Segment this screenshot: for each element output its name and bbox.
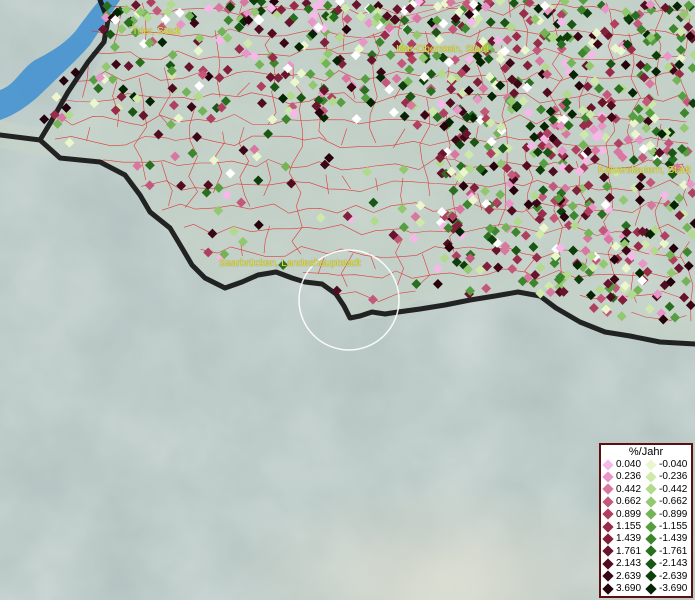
legend-swatch: [602, 471, 614, 483]
legend-row-positive: 1.155: [602, 520, 642, 533]
legend-swatch: [645, 545, 657, 557]
legend-row-negative: -0.236: [645, 471, 688, 483]
legend-swatch: [602, 582, 614, 595]
legend-value: 0.899: [616, 508, 642, 520]
legend-swatch: [645, 520, 657, 533]
legend-value: 0.236: [616, 471, 642, 483]
legend-row-negative: -0.899: [645, 508, 688, 520]
legend-value: -3.690: [659, 583, 688, 594]
legend-row-negative: -1.439: [645, 533, 688, 545]
legend-swatch: [602, 483, 614, 495]
place-label-trier: Trier, Stadt: [132, 26, 181, 37]
legend-swatch: [645, 496, 657, 508]
legend-value: 3.690: [616, 583, 642, 594]
legend-swatch: [645, 582, 657, 595]
legend-row-negative: -0.662: [645, 496, 688, 508]
legend-swatch: [645, 471, 657, 483]
legend-value: -2.143: [659, 558, 688, 570]
legend-row-positive: 0.040: [602, 458, 642, 471]
legend-row-positive: 0.442: [602, 483, 642, 495]
place-label-saarbruecken: Saarbrücken, Landeshauptstadt: [219, 258, 361, 269]
legend-value: 0.662: [616, 496, 642, 508]
legend-row-positive: 2.143: [602, 558, 642, 570]
legend-row-positive: 0.236: [602, 471, 642, 483]
legend-value: 0.442: [616, 483, 642, 495]
legend-row-negative: -0.442: [645, 483, 688, 495]
legend-value: -0.899: [659, 508, 688, 520]
legend-swatch: [645, 458, 657, 471]
legend-value: -0.662: [659, 496, 688, 508]
legend-value: -0.040: [659, 459, 688, 470]
legend-row-negative: -2.639: [645, 570, 688, 582]
legend-row-positive: 1.761: [602, 545, 642, 557]
legend-swatch: [602, 508, 614, 520]
legend-row-negative: -3.690: [645, 582, 688, 595]
legend-value: 1.155: [616, 521, 642, 532]
legend-swatch: [602, 533, 614, 545]
legend-value: -0.236: [659, 471, 688, 483]
legend-swatch: [645, 558, 657, 570]
legend-value: 1.439: [616, 533, 642, 545]
legend-value: -1.439: [659, 533, 688, 545]
map-canvas[interactable]: [0, 0, 695, 600]
legend-swatch: [602, 496, 614, 508]
legend: %/Jahr 0.040 -0.040 0.236 -0.236 0.442 -0.442…: [599, 443, 693, 598]
legend-swatch: [602, 570, 614, 582]
legend-swatch: [602, 545, 614, 557]
legend-title: %/Jahr: [628, 446, 664, 458]
legend-value: -0.442: [659, 483, 688, 495]
legend-swatch: [645, 508, 657, 520]
legend-swatch: [602, 520, 614, 533]
legend-row-negative: -1.761: [645, 545, 688, 557]
legend-row-positive: 0.662: [602, 496, 642, 508]
legend-value: -2.639: [659, 570, 688, 582]
legend-row-positive: 3.690: [602, 582, 642, 595]
legend-value: -1.155: [659, 521, 688, 532]
legend-swatch: [602, 558, 614, 570]
legend-value: 0.040: [616, 459, 642, 470]
legend-row-positive: 2.639: [602, 570, 642, 582]
legend-swatch: [645, 570, 657, 582]
legend-value: 2.143: [616, 558, 642, 570]
legend-row-positive: 1.439: [602, 533, 642, 545]
legend-value: -1.761: [659, 545, 688, 557]
legend-row-negative: -0.040: [645, 458, 688, 471]
place-label-idar-oberstein: Idar-Oberstein, Stadt: [396, 44, 489, 55]
legend-row-negative: -1.155: [645, 520, 688, 533]
legend-value: 2.639: [616, 570, 642, 582]
legend-row-negative: -2.143: [645, 558, 688, 570]
legend-value: 1.761: [616, 545, 642, 557]
place-label-kaiserslautern: Kaiserslautern, Stadt: [598, 165, 691, 176]
legend-swatch: [645, 483, 657, 495]
legend-row-positive: 0.899: [602, 508, 642, 520]
legend-swatch: [645, 533, 657, 545]
legend-swatch: [602, 458, 614, 471]
